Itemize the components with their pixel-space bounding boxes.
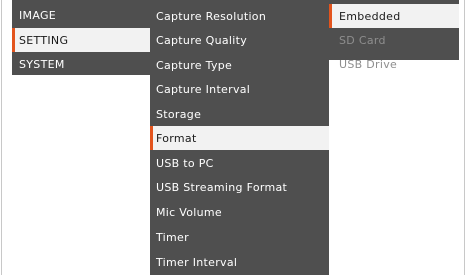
main-menu-item-setting[interactable]: SETTING — [12, 28, 150, 52]
main-menu-item-system[interactable]: SYSTEM — [12, 52, 150, 76]
format-option-embedded[interactable]: Embedded — [329, 4, 459, 28]
setting-item-capture-quality[interactable]: Capture Quality — [150, 28, 329, 52]
setting-item-capture-interval[interactable]: Capture Interval — [150, 77, 329, 101]
format-option-sd-card: SD Card — [339, 33, 386, 47]
setting-item-timer-interval[interactable]: Timer Interval — [150, 250, 329, 274]
setting-menu: Capture Resolution Capture Quality Captu… — [150, 0, 329, 275]
setting-item-capture-resolution[interactable]: Capture Resolution — [150, 4, 329, 28]
format-submenu: Embedded SD Card USB Drive — [329, 0, 459, 71]
setting-item-usb-streaming-format[interactable]: USB Streaming Format — [150, 175, 329, 199]
setting-item-mic-volume[interactable]: Mic Volume — [150, 200, 329, 224]
osd-menu-frame: IMAGE SETTING SYSTEM Capture Resolution … — [1, 0, 465, 275]
main-menu: IMAGE SETTING SYSTEM — [12, 0, 150, 75]
setting-item-storage[interactable]: Storage — [150, 102, 329, 126]
setting-item-capture-type[interactable]: Capture Type — [150, 53, 329, 77]
format-option-usb-drive: USB Drive — [339, 57, 398, 71]
setting-item-format[interactable]: Format — [150, 126, 329, 150]
setting-item-timer[interactable]: Timer — [150, 225, 329, 249]
setting-item-usb-to-pc[interactable]: USB to PC — [150, 151, 329, 175]
main-menu-item-image[interactable]: IMAGE — [12, 3, 150, 27]
